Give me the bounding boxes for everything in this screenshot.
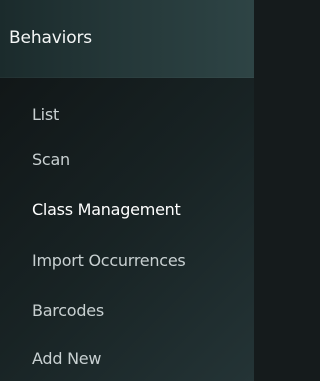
behaviors-menu-title[interactable]: Behaviors xyxy=(9,28,92,48)
menu-item-label: Add New xyxy=(32,349,102,368)
menu-item-label: Scan xyxy=(32,150,70,169)
menu-item-label: List xyxy=(32,105,59,124)
behaviors-menu-panel: Behaviors List Scan Class Management Imp… xyxy=(0,0,254,381)
behaviors-menu-header[interactable]: Behaviors xyxy=(0,0,254,78)
menu-item-barcodes[interactable]: Barcodes xyxy=(0,292,254,330)
menu-item-label: Barcodes xyxy=(32,301,104,320)
menu-item-list[interactable]: List xyxy=(0,96,254,134)
menu-item-label: Import Occurrences xyxy=(32,251,186,270)
menu-item-class-management[interactable]: Class Management xyxy=(0,191,254,229)
menu-item-label: Class Management xyxy=(32,200,181,219)
menu-item-scan[interactable]: Scan xyxy=(0,141,254,179)
behaviors-submenu: List Scan Class Management Import Occurr… xyxy=(0,78,254,381)
menu-item-import-occurrences[interactable]: Import Occurrences xyxy=(0,242,254,280)
menu-item-add-new[interactable]: Add New xyxy=(0,340,254,378)
